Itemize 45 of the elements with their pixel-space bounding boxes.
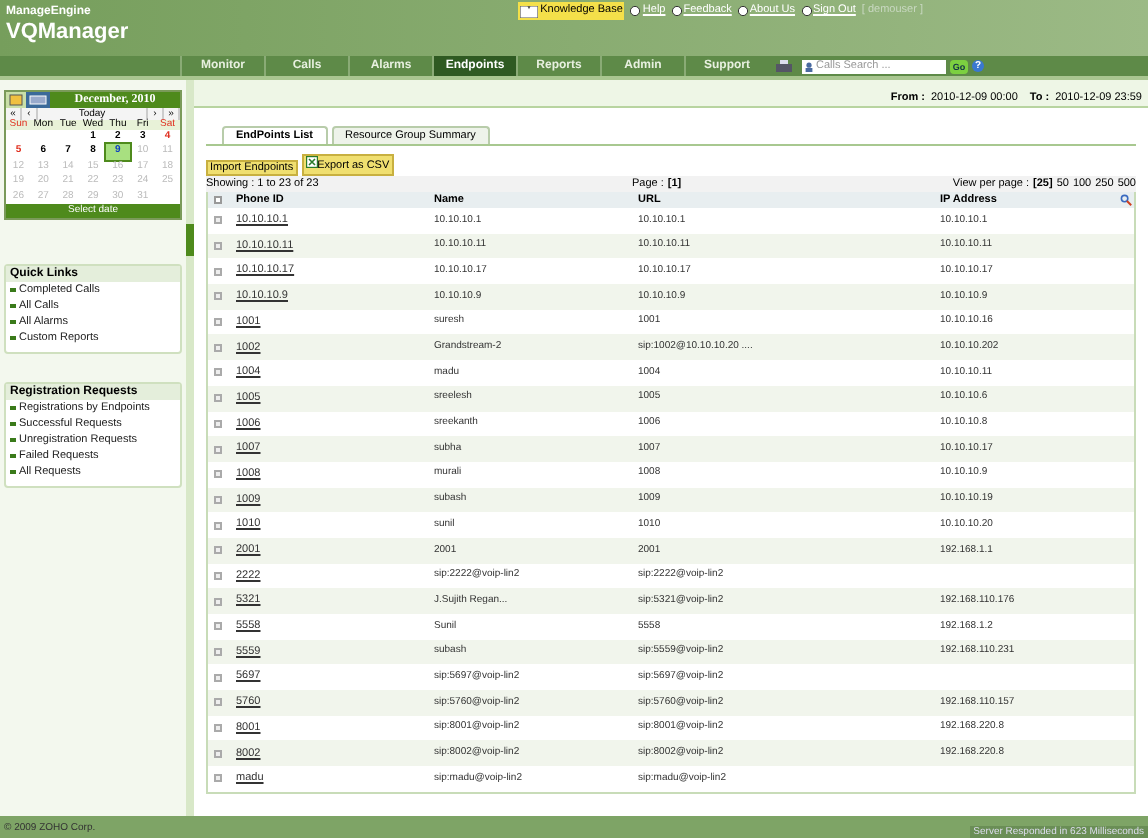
search-icon[interactable] bbox=[1120, 194, 1132, 206]
row-checkbox[interactable] bbox=[214, 749, 222, 758]
row-checkbox[interactable] bbox=[214, 724, 222, 733]
user-icon bbox=[804, 61, 814, 71]
bullet-icon bbox=[10, 469, 15, 475]
bullet-icon bbox=[10, 319, 15, 325]
bullet-icon bbox=[10, 453, 15, 459]
product-name: VQManager bbox=[6, 20, 129, 44]
row-checkbox[interactable] bbox=[214, 216, 222, 225]
link-icon bbox=[671, 6, 682, 16]
row-checkbox[interactable] bbox=[214, 571, 222, 580]
bullet-icon bbox=[10, 405, 15, 411]
bullet-icon bbox=[10, 287, 15, 293]
collapse-handle[interactable] bbox=[186, 224, 194, 256]
row-checkbox[interactable] bbox=[214, 546, 222, 555]
row-checkbox[interactable] bbox=[214, 673, 222, 682]
row-checkbox[interactable] bbox=[214, 292, 222, 301]
spreadsheet-icon bbox=[305, 156, 318, 168]
bullet-icon bbox=[10, 335, 15, 341]
row-checkbox[interactable] bbox=[214, 648, 222, 657]
row-checkbox[interactable] bbox=[214, 597, 222, 606]
row-checkbox[interactable] bbox=[214, 521, 222, 530]
row-checkbox[interactable] bbox=[214, 445, 222, 454]
bullet-icon bbox=[10, 421, 15, 427]
bullet-icon bbox=[10, 303, 15, 309]
book-icon bbox=[520, 5, 539, 17]
row-checkbox[interactable] bbox=[214, 343, 222, 352]
row-checkbox[interactable] bbox=[214, 774, 222, 783]
row-checkbox[interactable] bbox=[214, 394, 222, 403]
select-all-checkbox[interactable] bbox=[214, 196, 222, 204]
row-checkbox[interactable] bbox=[214, 368, 222, 377]
row-checkbox[interactable] bbox=[214, 470, 222, 479]
row-checkbox[interactable] bbox=[214, 698, 222, 707]
row-checkbox[interactable] bbox=[214, 318, 222, 327]
printer-icon[interactable] bbox=[774, 59, 794, 73]
row-checkbox[interactable] bbox=[214, 242, 222, 251]
row-checkbox[interactable] bbox=[214, 622, 222, 631]
link-icon bbox=[630, 6, 641, 16]
row-checkbox[interactable] bbox=[214, 267, 222, 276]
calendar-icon[interactable] bbox=[6, 92, 26, 108]
bullet-icon bbox=[10, 437, 15, 443]
row-checkbox[interactable] bbox=[214, 495, 222, 504]
link-icon bbox=[737, 6, 748, 16]
link-icon bbox=[801, 6, 812, 16]
row-checkbox[interactable] bbox=[214, 419, 222, 428]
